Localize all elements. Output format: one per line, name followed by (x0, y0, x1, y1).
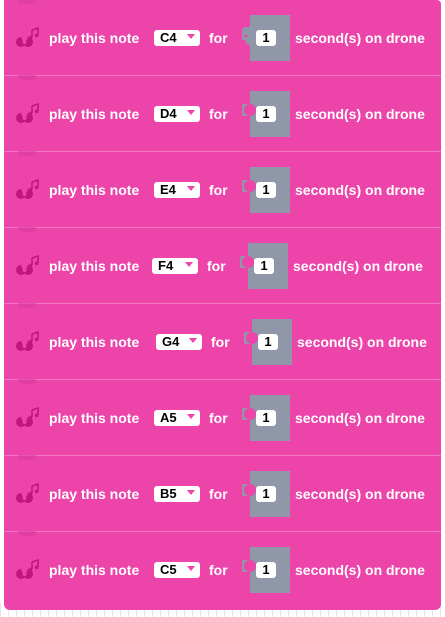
block-notch (18, 379, 36, 384)
for-label: for (209, 30, 228, 46)
block-notch (18, 75, 36, 80)
block-notch (18, 455, 36, 460)
block-notch (18, 303, 36, 308)
seconds-on-drone-label: second(s) on drone (295, 486, 425, 502)
duration-input[interactable]: 1 (258, 334, 278, 350)
play-note-label: play this note (49, 486, 140, 502)
dropdown-caret-icon (187, 490, 195, 495)
for-label: for (209, 562, 228, 578)
note-dropdown[interactable]: B5 (154, 486, 200, 502)
play-note-block[interactable]: play this note B5 for 1 second(s) on dro… (4, 455, 441, 532)
dropdown-caret-icon (185, 262, 193, 267)
block-notch (18, 531, 36, 536)
drone-music-icon (16, 178, 39, 199)
duration-input[interactable]: 1 (254, 258, 274, 274)
workspace-canvas: play this note C4 for 1 second(s) on dro… (0, 0, 445, 617)
play-note-block[interactable]: play this note G4 for 1 second(s) on dro… (4, 303, 441, 380)
duration-input[interactable]: 1 (256, 30, 276, 46)
note-dropdown[interactable]: A5 (154, 410, 200, 426)
block-notch (18, 227, 36, 232)
play-note-block[interactable]: play this note F4 for 1 second(s) on dro… (4, 227, 441, 304)
note-value: E4 (160, 182, 176, 197)
duration-input[interactable]: 1 (256, 182, 276, 198)
drone-music-icon (16, 26, 39, 47)
note-value: G4 (162, 334, 180, 349)
seconds-on-drone-label: second(s) on drone (295, 410, 425, 426)
duration-input[interactable]: 1 (256, 106, 276, 122)
note-dropdown[interactable]: C5 (154, 562, 200, 578)
duration-input[interactable]: 1 (256, 562, 276, 578)
for-label: for (209, 486, 228, 502)
drone-music-icon (16, 482, 39, 503)
dropdown-caret-icon (187, 186, 195, 191)
play-note-label: play this note (49, 30, 140, 46)
note-value: C4 (160, 30, 177, 45)
play-note-label: play this note (49, 182, 140, 198)
drone-music-icon (16, 102, 39, 123)
note-dropdown[interactable]: F4 (152, 258, 198, 274)
play-note-label: play this note (49, 106, 140, 122)
drone-music-icon (16, 330, 39, 351)
note-dropdown[interactable]: C4 (154, 30, 200, 46)
block-notch (18, 0, 36, 4)
dropdown-caret-icon (187, 34, 195, 39)
for-label: for (209, 182, 228, 198)
for-label: for (209, 410, 228, 426)
play-note-block[interactable]: play this note C4 for 1 second(s) on dro… (4, 0, 441, 76)
note-value: D4 (160, 106, 177, 121)
seconds-on-drone-label: second(s) on drone (295, 106, 425, 122)
play-note-label: play this note (49, 334, 140, 350)
seconds-on-drone-label: second(s) on drone (295, 30, 425, 46)
seconds-on-drone-label: second(s) on drone (295, 562, 425, 578)
dropdown-caret-icon (189, 338, 197, 343)
note-value: B5 (160, 486, 177, 501)
duration-input[interactable]: 1 (256, 486, 276, 502)
block-notch (18, 151, 36, 156)
for-label: for (209, 106, 228, 122)
play-note-block[interactable]: play this note A5 for 1 second(s) on dro… (4, 379, 441, 456)
block-stack[interactable]: play this note C4 for 1 second(s) on dro… (4, 0, 441, 610)
play-note-block[interactable]: play this note C5 for 1 second(s) on dro… (4, 531, 441, 610)
note-value: C5 (160, 562, 177, 577)
play-note-block[interactable]: play this note E4 for 1 second(s) on dro… (4, 151, 441, 228)
note-dropdown[interactable]: D4 (154, 106, 200, 122)
seconds-on-drone-label: second(s) on drone (293, 258, 423, 274)
seconds-on-drone-label: second(s) on drone (295, 182, 425, 198)
drone-music-icon (16, 406, 39, 427)
note-dropdown[interactable]: G4 (156, 334, 202, 350)
play-note-label: play this note (49, 410, 140, 426)
drone-music-icon (16, 254, 39, 275)
for-label: for (207, 258, 226, 274)
dropdown-caret-icon (187, 414, 195, 419)
drone-music-icon (16, 558, 39, 579)
seconds-on-drone-label: second(s) on drone (297, 334, 427, 350)
note-value: F4 (158, 258, 174, 273)
note-value: A5 (160, 410, 177, 425)
dropdown-caret-icon (187, 566, 195, 571)
play-note-label: play this note (49, 562, 140, 578)
duration-input[interactable]: 1 (256, 410, 276, 426)
dropdown-caret-icon (187, 110, 195, 115)
play-note-block[interactable]: play this note D4 for 1 second(s) on dro… (4, 75, 441, 152)
play-note-label: play this note (49, 258, 140, 274)
for-label: for (211, 334, 230, 350)
note-dropdown[interactable]: E4 (154, 182, 200, 198)
